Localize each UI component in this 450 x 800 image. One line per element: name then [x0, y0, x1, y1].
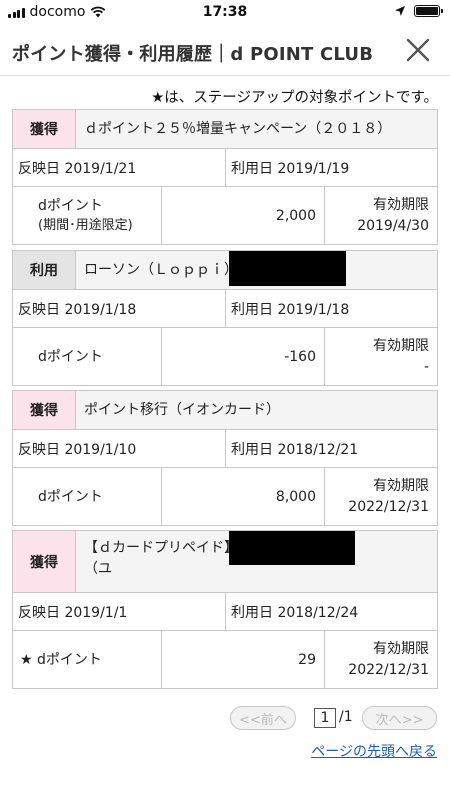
point-label: ★ dポイント	[13, 631, 162, 688]
point-label: dポイント	[13, 328, 162, 385]
record-type-badge: 獲得	[13, 110, 76, 148]
expiry-label: 有効期限	[373, 196, 429, 213]
total-pages: /1	[339, 709, 353, 725]
expiry-cell: 有効期限 -	[325, 328, 437, 385]
use-date: 利用日 2019/1/19	[225, 149, 437, 186]
expiry-label: 有効期限	[373, 337, 429, 354]
page-header: ポイント獲得・利用履歴｜d POINT CLUB	[0, 24, 450, 76]
point-amount: 8,000	[162, 468, 325, 525]
close-button[interactable]	[404, 36, 432, 64]
expiry-date: 2022/12/31	[348, 661, 429, 678]
record-name-cell: 【ｄカードプリペイド】 （ユ	[76, 531, 437, 592]
reflect-date: 反映日 2019/1/1	[18, 604, 128, 621]
point-label: dポイント	[13, 468, 162, 525]
reflect-date: 反映日 2019/1/18	[18, 301, 137, 318]
point-label: dポイント (期間･用途限定)	[13, 187, 162, 244]
point-label-text: dポイント	[38, 197, 103, 214]
record-type-badge: 利用	[13, 251, 76, 289]
next-page-button[interactable]: 次へ>>	[362, 706, 437, 730]
battery-icon	[414, 5, 443, 17]
expiry-cell: 有効期限 2022/12/31	[325, 468, 437, 525]
point-label-text: dポイント	[38, 488, 103, 505]
record-name-cell: ローソン（Ｌｏｐｐｉ）	[76, 251, 437, 289]
expiry-label: 有効期限	[373, 640, 429, 657]
back-to-top-link[interactable]: ページの先頭へ戻る	[311, 741, 437, 761]
current-page: 1	[314, 708, 336, 728]
record-type-badge: 獲得	[13, 531, 76, 592]
point-amount: 2,000	[162, 187, 325, 244]
status-time: 17:38	[202, 4, 248, 20]
point-amount: 29	[162, 631, 325, 688]
point-record: 利用 ローソン（Ｌｏｐｐｉ） 反映日 2019/1/18 利用日 2019/1/…	[12, 250, 438, 386]
expiry-date: 2022/12/31	[348, 498, 429, 515]
record-type-badge: 獲得	[13, 391, 76, 429]
point-record: 獲得 ポイント移行（イオンカード） 反映日 2019/1/10 利用日 2018…	[12, 390, 438, 526]
point-label-text: ★ dポイント	[20, 651, 102, 668]
record-name: ローソン（Ｌｏｐｐｉ）	[84, 262, 238, 278]
location-arrow-icon	[395, 6, 405, 16]
stage-up-notice: ★は、ステージアップの対象ポイントです。	[151, 90, 438, 106]
point-record: 獲得 ｄポイント２５％増量キャンペーン（２０１８） 反映日 2019/1/21 …	[12, 109, 438, 245]
point-record: 獲得 【ｄカードプリペイド】 （ユ 反映日 2019/1/1 利用日 2018/…	[12, 530, 438, 689]
pagination: <<前へ 1 /1 次へ>>	[0, 706, 450, 730]
use-date: 利用日 2018/12/24	[225, 593, 437, 630]
record-name: ポイント移行（イオンカード）	[84, 402, 280, 418]
expiry-label: 有効期限	[373, 477, 429, 494]
prev-page-button[interactable]: <<前へ	[230, 706, 296, 730]
status-bar: docomo 17:38	[0, 0, 450, 24]
expiry-date: 2019/4/30	[357, 217, 429, 234]
reflect-date: 反映日 2019/1/21	[18, 160, 137, 177]
redaction-block	[229, 531, 355, 565]
point-amount: -160	[162, 328, 325, 385]
reflect-date: 反映日 2019/1/10	[18, 441, 137, 458]
redaction-block	[229, 251, 346, 286]
record-name: ｄポイント２５％増量キャンペーン（２０１８）	[84, 121, 392, 137]
expiry-date: -	[423, 358, 429, 375]
use-date: 利用日 2019/1/18	[225, 290, 437, 327]
point-label-text: dポイント	[38, 348, 103, 365]
expiry-cell: 有効期限 2019/4/30	[325, 187, 437, 244]
use-date: 利用日 2018/12/21	[225, 430, 437, 467]
expiry-cell: 有効期限 2022/12/31	[325, 631, 437, 688]
close-icon	[406, 38, 430, 62]
status-right	[394, 5, 443, 17]
page-title: ポイント獲得・利用履歴｜d POINT CLUB	[12, 44, 374, 65]
point-sublabel: (期間･用途限定)	[38, 217, 133, 233]
